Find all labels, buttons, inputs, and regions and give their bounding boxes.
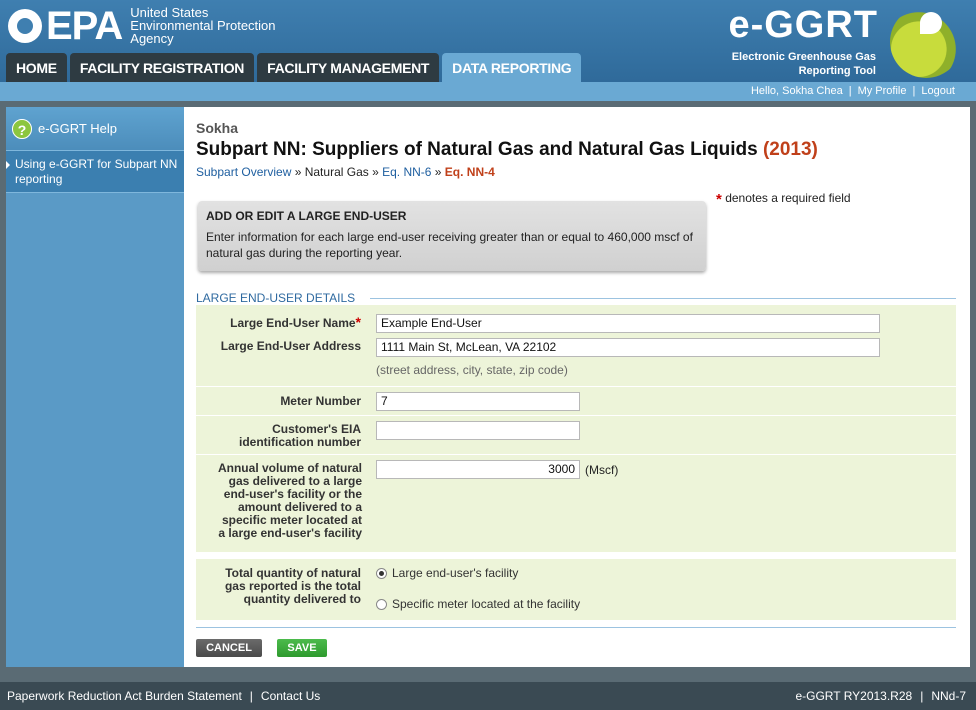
eggrt-subtitle: Electronic Greenhouse Gas Reporting Tool [732,50,876,78]
radio-button[interactable] [376,598,387,610]
separator: | [912,85,916,97]
footer-separator: | [249,689,253,703]
my-profile-link[interactable]: My Profile [858,85,907,97]
sidebar: ? e-GGRT Help Using e-GGRT for Subpart N… [6,107,184,667]
eggrt-subtitle-line-2: Reporting Tool [798,65,876,77]
breadcrumb-eq-nn-6[interactable]: Eq. NN-6 [382,165,431,179]
volume-unit: (Mscf) [585,463,619,477]
instructions-box: ADD OR EDIT A LARGE END-USER Enter infor… [198,201,706,271]
total-label-line: quantity delivered to [243,592,361,606]
required-note-text: denotes a required field [725,191,851,205]
tab-facility-registration[interactable]: FACILITY REGISTRATION [69,53,255,82]
annual-volume-label: Annual volume of natural gas delivered t… [196,462,362,540]
agency-line-3: Agency [130,31,174,46]
form-row-eia: Customer's EIA identification number [196,416,956,455]
site-footer: Paperwork Reduction Act Burden Statement… [0,682,976,710]
volume-label-line: a large end-user's facility [218,526,362,540]
agency-name: United States Environmental Protection A… [130,6,275,45]
eggrt-subtitle-line-1: Electronic Greenhouse Gas [731,51,876,63]
radio-button-selected[interactable] [376,567,387,579]
section-heading: LARGE END-USER DETAILS [196,291,356,305]
breadcrumb-separator: » [368,165,383,179]
bird-logo-icon [890,6,962,78]
sidebar-help[interactable]: ? e-GGRT Help [6,107,184,151]
epa-logo-text: EPA [46,3,123,48]
form-row-name-address: Large End-User Name* Example End-User La… [196,305,956,387]
eia-id-label: Customer's EIA identification number [196,423,361,449]
required-field-note: * denotes a required field [716,191,851,208]
eia-id-label-line-2: identification number [238,435,361,449]
eggrt-title: e-GGRT [728,4,878,46]
footer-right: e-GGRT RY2013.R28 | NNd-7 [795,682,966,710]
reporting-year: (2013) [762,139,818,160]
address-hint: (street address, city, state, zip code) [376,363,568,377]
tab-facility-management[interactable]: FACILITY MANAGEMENT [257,53,440,82]
screen-id: NNd-7 [931,689,966,703]
breadcrumb-separator: » [431,165,445,179]
end-user-name-label: Large End-User Name* [196,314,361,330]
radio-label-facility: Large end-user's facility [392,566,519,580]
epa-flower-icon [8,8,42,43]
annual-volume-input[interactable]: 3000 [376,460,580,479]
page-title: Subpart NN: Suppliers of Natural Gas and… [196,139,818,161]
form-bottom-divider [196,627,956,628]
required-star: * [355,314,361,330]
sidebar-item-subpart-nn-help[interactable]: Using e-GGRT for Subpart NN reporting [6,151,184,193]
sidebar-help-label: e-GGRT Help [38,121,117,136]
tab-data-reporting[interactable]: DATA REPORTING [442,53,582,82]
end-user-address-input[interactable]: 1111 Main St, McLean, VA 22102 [376,338,880,357]
tab-home[interactable]: HOME [6,53,67,82]
facility-name: Sokha [196,120,239,136]
form-row-meter: Meter Number 7 [196,387,956,416]
form-row-total-quantity: Total quantity of natural gas reported i… [196,559,956,621]
paperwork-link[interactable]: Paperwork Reduction Act Burden Statement [7,689,242,703]
end-user-name-label-text: Large End-User Name [230,316,356,330]
instructions-text: Enter information for each large end-use… [206,230,693,260]
required-star: * [716,191,722,208]
end-user-name-input[interactable]: Example End-User [376,314,880,333]
footer-left: Paperwork Reduction Act Burden Statement… [7,682,320,710]
user-bar: Hello, Sokha Chea | My Profile | Logout [0,82,976,101]
radio-label-meter: Specific meter located at the facility [392,597,581,611]
section-divider [370,298,956,299]
contact-us-link[interactable]: Contact Us [261,689,320,703]
cancel-button[interactable]: CANCEL [196,639,262,657]
end-user-form: Large End-User Name* Example End-User La… [196,305,956,621]
page-title-text: Subpart NN: Suppliers of Natural Gas and… [196,139,758,160]
radio-large-end-user-facility[interactable]: Large end-user's facility [376,566,518,580]
end-user-address-label: Large End-User Address [220,339,361,353]
app-version: e-GGRT RY2013.R28 [795,689,913,703]
breadcrumb-eq-nn-4: Eq. NN-4 [444,165,495,179]
meter-number-label: Meter Number [280,394,361,408]
main-nav-tabs: HOME FACILITY REGISTRATION FACILITY MANA… [6,53,584,82]
instructions-title: ADD OR EDIT A LARGE END-USER [206,209,407,223]
form-row-volume: Annual volume of natural gas delivered t… [196,455,956,553]
footer-separator: | [920,689,924,703]
breadcrumb-separator: » [291,165,305,179]
user-greeting: Hello, Sokha Chea [750,85,843,97]
radio-specific-meter[interactable]: Specific meter located at the facility [376,597,580,611]
logout-link[interactable]: Logout [921,85,955,97]
breadcrumb-subpart-overview[interactable]: Subpart Overview [196,165,291,179]
epa-logo[interactable]: EPA United States Environmental Protecti… [8,3,276,48]
help-icon: ? [12,118,32,139]
meter-number-input[interactable]: 7 [376,392,580,411]
site-header: EPA United States Environmental Protecti… [0,0,976,82]
save-button[interactable]: SAVE [277,639,327,657]
breadcrumb-natural-gas: Natural Gas [304,165,369,179]
eia-id-input[interactable] [376,421,580,440]
separator: | [848,85,852,97]
main-content: Sokha Subpart NN: Suppliers of Natural G… [184,107,970,667]
total-quantity-label: Total quantity of natural gas reported i… [196,567,361,606]
breadcrumb: Subpart Overview » Natural Gas » Eq. NN-… [196,165,495,179]
